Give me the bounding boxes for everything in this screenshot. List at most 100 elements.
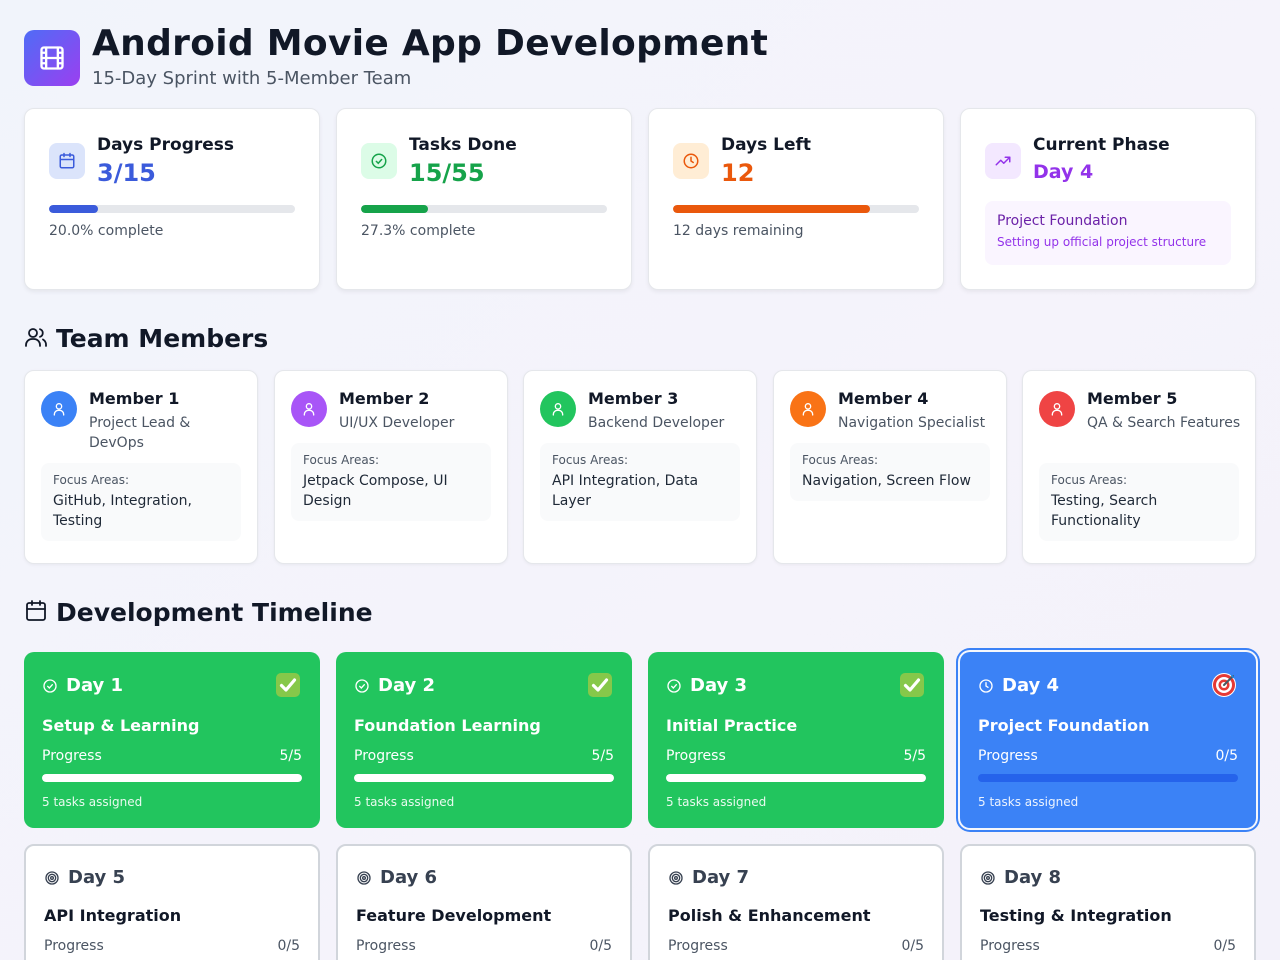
progress-value: 0/5 [901, 938, 924, 954]
day-label: Day 3 [690, 675, 748, 696]
stat-card-days-progress: Days Progress 3/15 20.0% complete [24, 108, 320, 290]
day-label: Day 2 [378, 675, 436, 696]
tasks-assigned: 5 tasks assigned [666, 795, 767, 809]
progress-label: Progress [356, 938, 416, 954]
section-title: Team Members [56, 324, 269, 353]
trending-up-icon [985, 143, 1021, 179]
day-card[interactable]: Day 1 Setup & Learning Progress 5/5 5 tasks … [24, 652, 320, 828]
progress-label: Progress [666, 748, 726, 764]
progress-value: 0/5 [1213, 938, 1236, 954]
progress-bar [666, 774, 926, 782]
day-header: Day 1 [42, 675, 123, 696]
calendar-icon [49, 143, 85, 179]
focus-label: Focus Areas: [552, 453, 628, 467]
check-mark-icon [586, 671, 614, 699]
day-header: Day 7 [668, 867, 749, 888]
progress-value: 5/5 [279, 748, 302, 764]
day-card[interactable]: Day 8 Testing & Integration Progress 0/5 [960, 844, 1256, 960]
member-name: Member 1 [89, 389, 180, 408]
day-title: Polish & Enhancement [668, 906, 871, 925]
page-subtitle: 15-Day Sprint with 5-Member Team [92, 68, 412, 89]
phase-box: Project Foundation Setting up official p… [985, 201, 1231, 265]
stat-card-days-left: Days Left 12 12 days remaining [648, 108, 944, 290]
team-section-header: Team Members [24, 324, 268, 353]
page-title: Android Movie App Development [92, 23, 769, 64]
progress-bar [354, 774, 614, 782]
target-icon [980, 870, 996, 886]
progress-bar [673, 205, 919, 213]
tasks-assigned: 5 tasks assigned [42, 795, 143, 809]
progress-value: 0/5 [589, 938, 612, 954]
member-card: Member 1 Project Lead & DevOps Focus Areas… [24, 370, 258, 564]
progress-label: Progress [668, 938, 728, 954]
progress-label: Progress [978, 748, 1038, 764]
focus-value: GitHub, Integration, Testing [53, 493, 193, 529]
stat-note: 20.0% complete [49, 223, 164, 239]
progress-label: Progress [44, 938, 104, 954]
focus-areas: Focus Areas: GitHub, Integration, Testing [41, 463, 241, 541]
day-label: Day 8 [1004, 867, 1062, 888]
focus-areas: Focus Areas: API Integration, Data Layer [540, 443, 740, 521]
progress-value: 0/5 [277, 938, 300, 954]
member-role: Project Lead & DevOps [89, 415, 191, 451]
focus-areas: Focus Areas: Jetpack Compose, UI Design [291, 443, 491, 521]
day-card[interactable]: Day 2 Foundation Learning Progress 5/5 5 tas… [336, 652, 632, 828]
progress-label: Progress [354, 748, 414, 764]
progress-label: Progress [980, 938, 1040, 954]
film-icon [24, 30, 80, 86]
target-icon [1210, 671, 1238, 699]
check-circle-icon [42, 678, 58, 694]
stat-label: Days Progress [97, 135, 235, 155]
day-title: API Integration [44, 906, 182, 925]
focus-label: Focus Areas: [802, 453, 878, 467]
clock-icon [978, 678, 994, 694]
stat-value: Day 4 [1033, 161, 1094, 183]
check-mark-icon [274, 671, 302, 699]
focus-value: Testing, Search Functionality [1051, 493, 1158, 529]
day-card[interactable]: Day 5 API Integration Progress 0/5 [24, 844, 320, 960]
user-icon [291, 391, 327, 427]
stat-note: 12 days remaining [673, 223, 804, 239]
progress-fill [666, 774, 926, 782]
member-role: QA & Search Features [1087, 415, 1241, 431]
member-name: Member 4 [838, 389, 929, 408]
stat-value: 3/15 [97, 159, 156, 187]
member-role: UI/UX Developer [339, 415, 455, 431]
member-card: Member 4 Navigation Specialist Focus Areas… [773, 370, 1007, 564]
user-icon [1039, 391, 1075, 427]
stat-value: 15/55 [409, 159, 485, 187]
day-title: Project Foundation [978, 716, 1150, 735]
focus-label: Focus Areas: [53, 473, 129, 487]
tasks-assigned: 5 tasks assigned [978, 795, 1079, 809]
check-circle-icon [666, 678, 682, 694]
day-header: Day 5 [44, 867, 125, 888]
focus-areas: Focus Areas: Navigation, Screen Flow [790, 443, 990, 501]
day-card[interactable]: Day 6 Feature Development Progress 0/5 [336, 844, 632, 960]
day-header: Day 4 [978, 675, 1059, 696]
progress-fill [673, 205, 870, 213]
day-title: Testing & Integration [980, 906, 1172, 925]
target-icon [44, 870, 60, 886]
progress-value: 5/5 [903, 748, 926, 764]
day-card[interactable]: Day 7 Polish & Enhancement Progress 0/5 [648, 844, 944, 960]
target-icon [356, 870, 372, 886]
focus-label: Focus Areas: [1051, 473, 1127, 487]
member-name: Member 5 [1087, 389, 1178, 408]
day-card[interactable]: Day 4 Project Foundation Progress 0/5 5 task… [960, 652, 1256, 828]
stat-note: 27.3% complete [361, 223, 476, 239]
day-title: Feature Development [356, 906, 552, 925]
user-icon [41, 391, 77, 427]
day-header: Day 8 [980, 867, 1061, 888]
day-card[interactable]: Day 3 Initial Practice Progress 5/5 5 tasks … [648, 652, 944, 828]
stat-label: Tasks Done [409, 135, 517, 155]
check-circle-icon [361, 143, 397, 179]
progress-fill [49, 205, 99, 213]
day-label: Day 4 [1002, 675, 1060, 696]
check-circle-icon [354, 678, 370, 694]
member-card: Member 5 QA & Search Features Focus Areas:… [1022, 370, 1256, 564]
progress-value: 0/5 [1215, 748, 1238, 764]
progress-fill [361, 205, 429, 213]
progress-fill [354, 774, 614, 782]
clock-icon [673, 143, 709, 179]
member-name: Member 2 [339, 389, 430, 408]
